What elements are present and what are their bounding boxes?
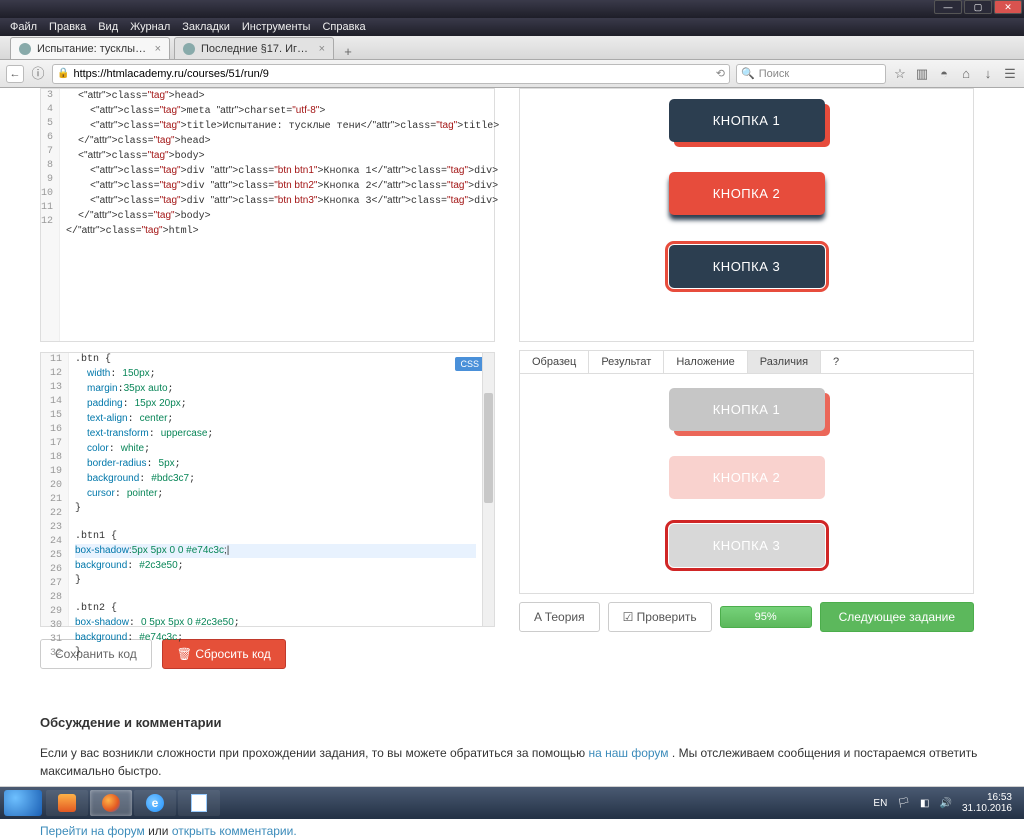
diff-button-2: КНОПКА 2 (669, 456, 825, 499)
reset-label: Сбросить код (195, 647, 270, 661)
diff-button-3: КНОПКА 3 (669, 524, 825, 567)
css-editor[interactable]: CSS 11 12 13 14 15 16 17 18 19 20 21 22 … (40, 352, 495, 627)
firefox-icon (102, 794, 120, 812)
compare-tab-help[interactable]: ? (821, 351, 851, 373)
tab-close-icon[interactable]: × (155, 43, 161, 55)
compare-tab-result[interactable]: Результат (589, 351, 664, 373)
forum-link[interactable]: на наш форум (588, 746, 668, 760)
window-titlebar: — ▢ ✕ (0, 0, 1024, 18)
browser-tab-0[interactable]: Испытание: тусклые тени… × (10, 37, 170, 59)
discussion-text: Если у вас возникли сложности при прохож… (40, 746, 588, 760)
close-button[interactable]: ✕ (994, 0, 1022, 14)
home-icon[interactable]: ⌂ (958, 66, 974, 82)
tab-close-icon[interactable]: × (319, 43, 325, 55)
lock-icon: 🔒 (57, 68, 69, 79)
taskbar-item-wmp[interactable] (46, 790, 88, 816)
menu-bookmarks[interactable]: Закладки (178, 21, 234, 33)
favicon-icon (183, 43, 195, 55)
browser-menubar: Файл Правка Вид Журнал Закладки Инструме… (0, 18, 1024, 36)
search-placeholder: Поиск (759, 68, 789, 80)
preview-pane: КНОПКА 1 КНОПКА 2 КНОПКА 3 (519, 88, 974, 342)
menu-edit[interactable]: Правка (45, 21, 90, 33)
library-icon[interactable]: ▥ (914, 66, 930, 82)
reload-icon[interactable]: ⟲ (716, 67, 725, 80)
html-code[interactable]: <"attr">class="tag">head> <"attr">class=… (60, 89, 505, 341)
url-text: https://htmlacademy.ru/courses/51/run/9 (73, 68, 268, 80)
media-player-icon (58, 794, 76, 812)
bookmark-icon[interactable]: ☆ (892, 66, 908, 82)
menu-tools[interactable]: Инструменты (238, 21, 315, 33)
check-button[interactable]: ☑ Проверить (608, 602, 712, 632)
menu-file[interactable]: Файл (6, 21, 41, 33)
info-icon[interactable]: ⓘ (30, 66, 46, 82)
next-task-button[interactable]: Следующее задание (820, 602, 974, 632)
windows-taskbar: EN 🏳 ◧ 🔊 16:53 31.10.2016 (0, 787, 1024, 819)
goto-forum-link[interactable]: Перейти на форум (40, 824, 145, 838)
language-indicator[interactable]: EN (873, 798, 887, 809)
compare-tab-sample[interactable]: Образец (520, 351, 589, 373)
internet-explorer-icon (146, 794, 164, 812)
theory-button[interactable]: A Теория (519, 602, 600, 632)
discussion-text: или (148, 824, 172, 838)
tab-title: Последние §17. Игра тене… (201, 43, 311, 55)
flag-icon[interactable]: 🏳 (897, 798, 910, 809)
css-scrollbar[interactable] (482, 353, 494, 626)
css-badge: CSS (455, 357, 484, 371)
network-icon[interactable]: ◧ (920, 798, 929, 809)
compare-tab-overlay[interactable]: Наложение (664, 351, 747, 373)
url-input[interactable]: 🔒 https://htmlacademy.ru/courses/51/run/… (52, 64, 730, 84)
comparison-pane: Образец Результат Наложение Различия ? К… (519, 350, 974, 594)
maximize-button[interactable]: ▢ (964, 0, 992, 14)
compare-tab-diff[interactable]: Различия (748, 351, 821, 373)
favicon-icon (19, 43, 31, 55)
menu-help[interactable]: Справка (318, 21, 369, 33)
back-button[interactable]: ← (6, 65, 24, 83)
search-icon: 🔍 (741, 67, 755, 80)
start-button[interactable] (4, 790, 42, 816)
open-comments-link[interactable]: открыть комментарии. (172, 824, 297, 838)
new-tab-button[interactable]: + (338, 44, 358, 59)
document-icon (191, 794, 207, 812)
progress-bar: 95% (720, 606, 812, 628)
trash-icon: 🗑 (177, 647, 196, 661)
css-code[interactable]: .btn { width: 150px; margin:35px auto; p… (69, 353, 482, 626)
preview-button-1: КНОПКА 1 (669, 99, 825, 142)
clock[interactable]: 16:53 31.10.2016 (962, 792, 1012, 814)
time-text: 16:53 (962, 792, 1012, 803)
date-text: 31.10.2016 (962, 803, 1012, 814)
check-label: Проверить (637, 610, 697, 624)
browser-tabstrip: Испытание: тусклые тени… × Последние §17… (0, 36, 1024, 60)
html-gutter: 3 4 5 6 7 8 9 10 11 12 (41, 89, 60, 341)
browser-addressbar: ← ⓘ 🔒 https://htmlacademy.ru/courses/51/… (0, 60, 1024, 88)
downloads-icon[interactable]: ↓ (980, 66, 996, 82)
font-icon: A (534, 610, 545, 624)
search-input[interactable]: 🔍 Поиск (736, 64, 886, 84)
menu-icon[interactable]: ☰ (1002, 66, 1018, 82)
minimize-button[interactable]: — (934, 0, 962, 14)
discussion-section: Обсуждение и комментарии Если у вас возн… (40, 715, 984, 840)
scrollbar-thumb[interactable] (484, 393, 493, 503)
menu-history[interactable]: Журнал (126, 21, 174, 33)
taskbar-item-firefox[interactable] (90, 790, 132, 816)
preview-button-2: КНОПКА 2 (669, 172, 825, 215)
taskbar-item-doc[interactable] (178, 790, 220, 816)
pocket-icon[interactable]: ◓ (936, 66, 952, 82)
html-editor[interactable]: 3 4 5 6 7 8 9 10 11 12 <"attr">class="ta… (40, 88, 495, 342)
taskbar-item-ie[interactable] (134, 790, 176, 816)
menu-view[interactable]: Вид (94, 21, 122, 33)
preview-button-3: КНОПКА 3 (669, 245, 825, 288)
checkmark-icon: ☑ (623, 610, 637, 624)
browser-tab-1[interactable]: Последние §17. Игра тене… × (174, 37, 334, 59)
diff-button-1: КНОПКА 1 (669, 388, 825, 431)
discussion-heading: Обсуждение и комментарии (40, 715, 984, 730)
tab-title: Испытание: тусклые тени… (37, 43, 147, 55)
css-gutter: 11 12 13 14 15 16 17 18 19 20 21 22 23 2… (41, 353, 69, 626)
volume-icon[interactable]: 🔊 (939, 798, 951, 809)
theory-label: Теория (545, 610, 585, 624)
